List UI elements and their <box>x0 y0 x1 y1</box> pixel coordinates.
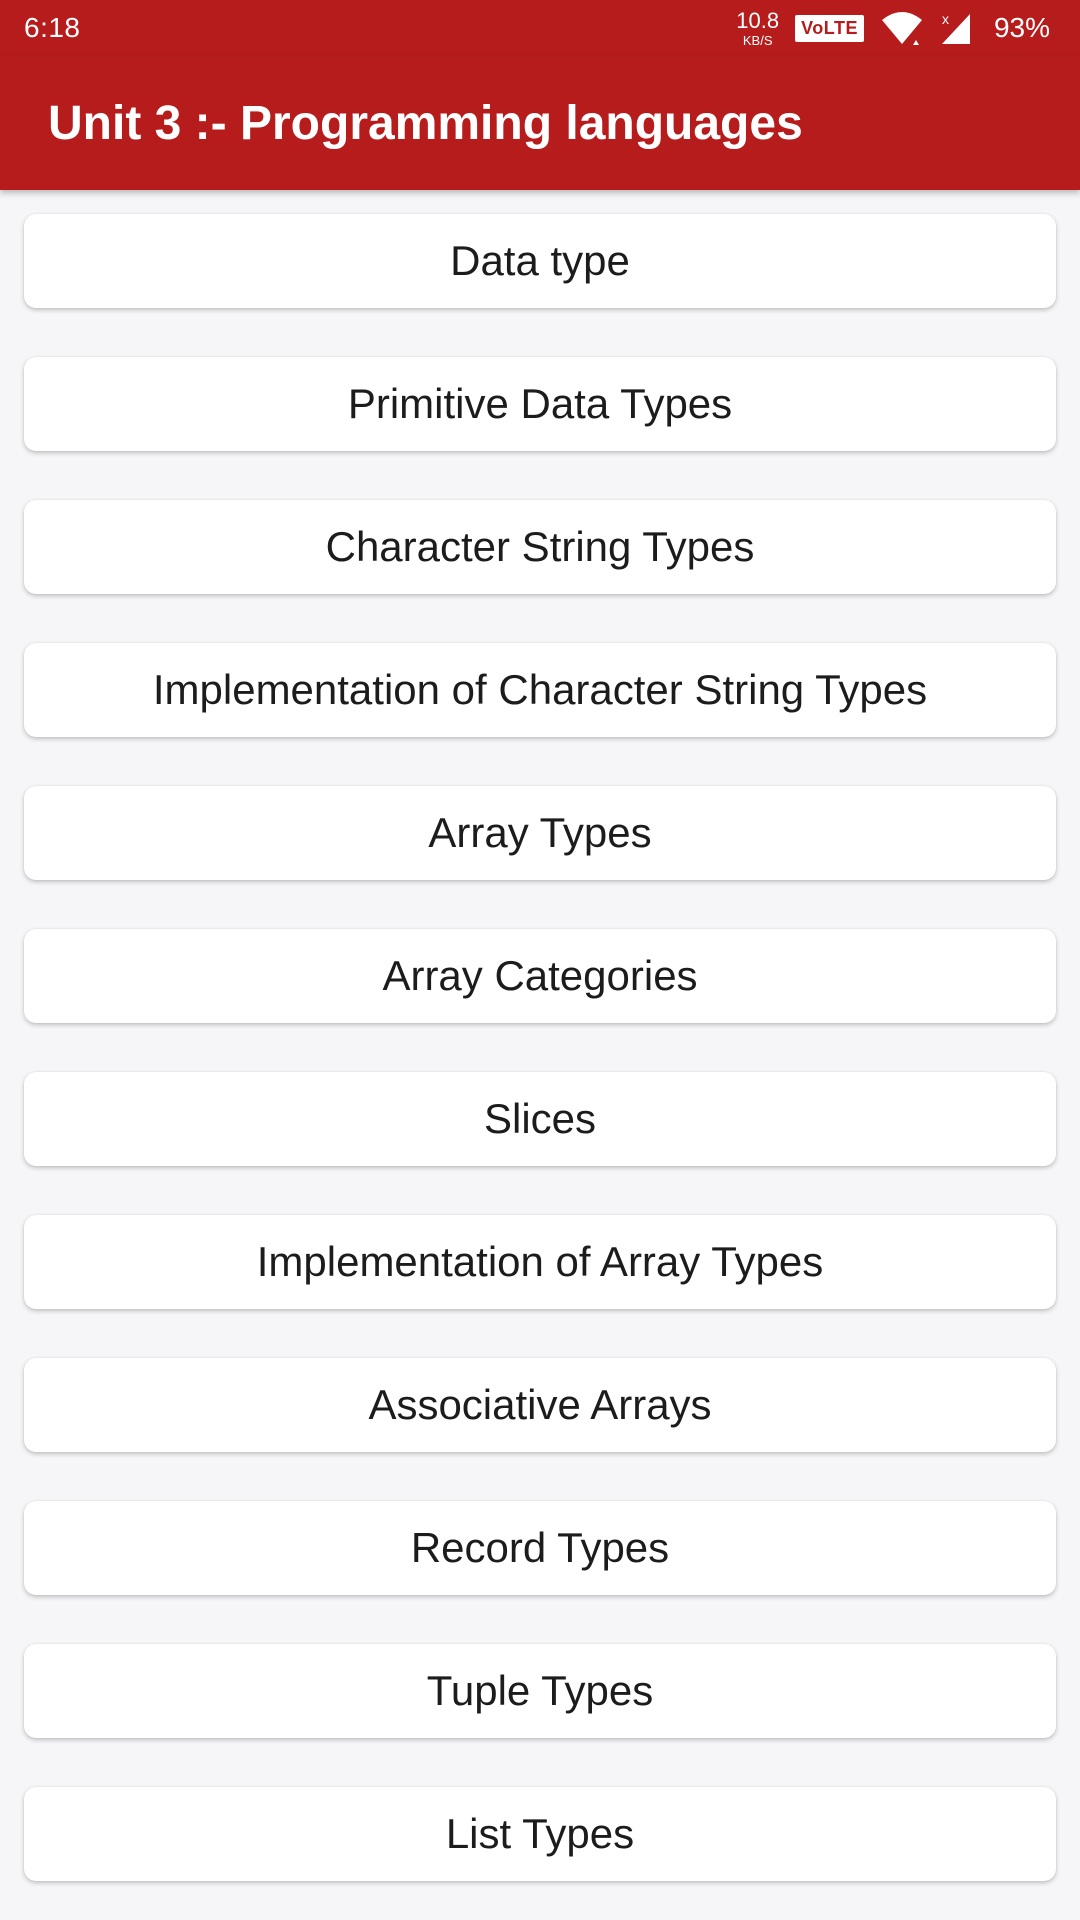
topic-button-record-types[interactable]: Record Types <box>24 1501 1056 1595</box>
status-icons: 10.8 KB/S VoLTE x 93% <box>736 6 1050 50</box>
svg-text:x: x <box>942 11 949 27</box>
topic-button-implementation-of-array-types[interactable]: Implementation of Array Types <box>24 1215 1056 1309</box>
wifi-icon <box>881 12 922 45</box>
topic-button-primitive-data-types[interactable]: Primitive Data Types <box>24 357 1056 451</box>
cell-signal-icon: x <box>941 11 970 44</box>
network-speed-unit: KB/S <box>742 32 773 48</box>
topic-button-list-types[interactable]: List Types <box>24 1787 1056 1881</box>
topic-button-tuple-types[interactable]: Tuple Types <box>24 1644 1056 1738</box>
status-time: 6:18 <box>24 12 81 43</box>
topic-button-character-string-types[interactable]: Character String Types <box>24 500 1056 594</box>
topic-list: Data type Primitive Data Types Character… <box>0 190 1080 1920</box>
app-bar: Unit 3 :- Programming languages <box>0 56 1080 190</box>
network-speed-value: 10.8 <box>736 7 780 33</box>
volte-icon: VoLTE <box>795 14 864 42</box>
topic-button-data-type[interactable]: Data type <box>24 214 1056 308</box>
topic-button-array-categories[interactable]: Array Categories <box>24 929 1056 1023</box>
topic-button-array-types[interactable]: Array Types <box>24 786 1056 880</box>
page-title: Unit 3 :- Programming languages <box>48 97 803 150</box>
topic-button-slices[interactable]: Slices <box>24 1072 1056 1166</box>
topic-button-associative-arrays[interactable]: Associative Arrays <box>24 1358 1056 1452</box>
status-bar: 6:18 10.8 KB/S VoLTE x 93% <box>0 0 1080 56</box>
battery-level: 93% <box>993 12 1050 43</box>
network-speed: 10.8 KB/S <box>736 7 780 48</box>
topic-button-implementation-of-character-string-types[interactable]: Implementation of Character String Types <box>24 643 1056 737</box>
